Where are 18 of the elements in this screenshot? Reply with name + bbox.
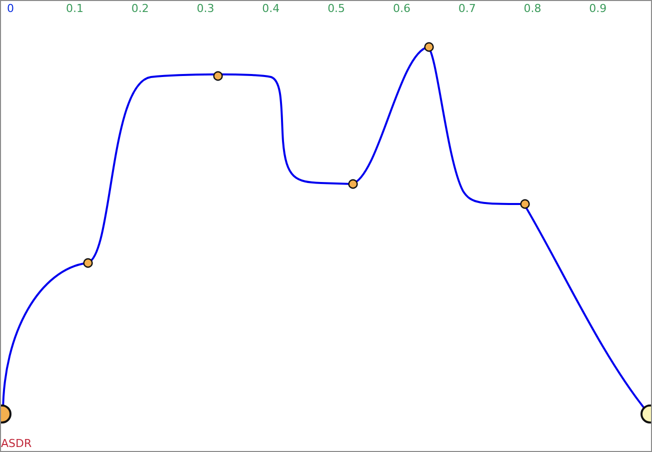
envelope-label: ASDR	[1, 437, 32, 450]
start-point[interactable]	[1, 404, 12, 424]
control-point[interactable]	[83, 258, 93, 268]
control-point[interactable]	[520, 199, 530, 209]
axis-tick-label: 0.8	[524, 2, 542, 15]
axis-tick-label: 0.5	[328, 2, 346, 15]
axis-tick-label: 0.2	[131, 2, 150, 15]
axis-tick-label: 0.9	[589, 2, 608, 15]
axis-tick-label: 0	[7, 2, 15, 15]
axis-tick-label: 0.4	[262, 2, 281, 15]
axis-tick-label: 0.7	[458, 2, 477, 15]
axis-tick-label: 0.6	[392, 2, 412, 15]
axis-tick-label: 0.1	[66, 2, 84, 15]
control-point[interactable]	[213, 71, 223, 81]
end-point[interactable]	[640, 404, 651, 424]
control-point[interactable]	[424, 42, 434, 52]
control-point[interactable]	[348, 179, 358, 189]
axis-tick-label: 0.3	[196, 2, 216, 15]
